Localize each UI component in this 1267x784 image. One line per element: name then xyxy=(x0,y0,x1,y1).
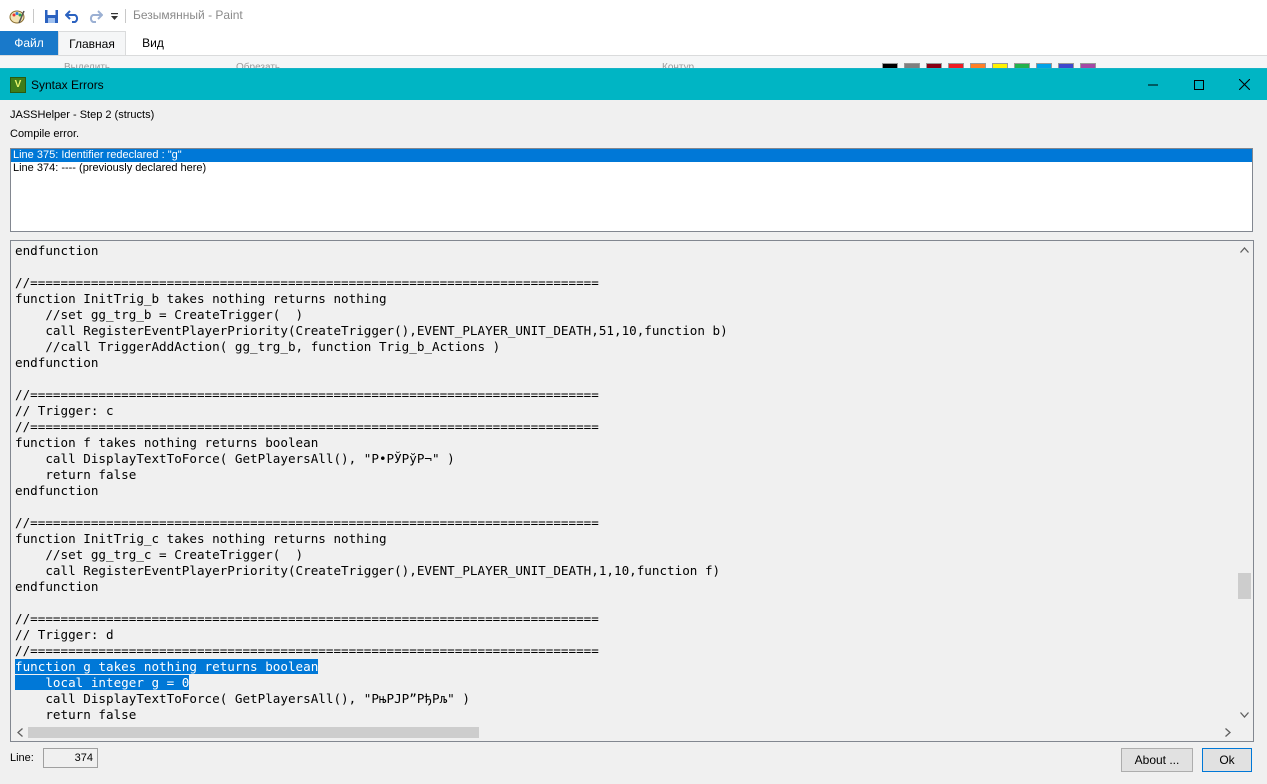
scrollbar-corner xyxy=(1236,724,1253,741)
minimize-icon xyxy=(1148,84,1158,85)
code-line: //======================================… xyxy=(15,419,599,434)
paint-ribbon: Выделить Обрезать Контур xyxy=(0,55,1267,70)
code-line: endfunction xyxy=(15,483,99,498)
tab-view[interactable]: Вид xyxy=(130,31,176,55)
horizontal-scrollbar[interactable] xyxy=(11,724,1236,741)
code-line: function InitTrig_c takes nothing return… xyxy=(15,531,387,546)
dialog-titlebar: V Syntax Errors xyxy=(0,69,1267,100)
redo-icon[interactable] xyxy=(86,7,104,25)
chevron-right-icon xyxy=(1224,728,1231,737)
selected-code-text: function g takes nothing returns boolean xyxy=(15,659,319,674)
code-line: return false xyxy=(15,467,137,482)
code-line: function f takes nothing returns boolean xyxy=(15,435,319,450)
code-line: //======================================… xyxy=(15,275,599,290)
scroll-right-button[interactable] xyxy=(1219,724,1236,741)
horizontal-scroll-thumb[interactable] xyxy=(28,727,479,738)
chevron-up-icon xyxy=(1240,246,1249,253)
dialog-title: Syntax Errors xyxy=(31,78,104,92)
code-line: //======================================… xyxy=(15,387,599,402)
code-line: call RegisterEventPlayerPriority(CreateT… xyxy=(15,323,728,338)
code-line: endfunction xyxy=(15,355,99,370)
maximize-icon xyxy=(1194,79,1204,90)
code-line: function InitTrig_b takes nothing return… xyxy=(15,291,387,306)
code-line: // Trigger: c xyxy=(15,403,114,418)
undo-icon[interactable] xyxy=(64,7,82,25)
code-view[interactable]: endfunction //===========================… xyxy=(10,240,1254,742)
scroll-left-button[interactable] xyxy=(11,724,28,741)
chevron-left-icon xyxy=(16,728,23,737)
syntax-errors-dialog: V Syntax Errors JASSHelper - Step 2 (str… xyxy=(0,69,1267,784)
maximize-button[interactable] xyxy=(1176,69,1222,100)
paint-app-icon[interactable] xyxy=(8,7,26,25)
code-line: //call TriggerAddAction( gg_trg_b, funct… xyxy=(15,339,501,354)
customize-qat-icon[interactable] xyxy=(108,7,120,25)
qat-separator xyxy=(33,9,34,23)
close-icon xyxy=(1238,79,1250,90)
paint-window-title: Безымянный - Paint xyxy=(133,8,243,22)
code-line: call RegisterEventPlayerPriority(CreateT… xyxy=(15,563,721,578)
code-line: //======================================… xyxy=(15,643,599,658)
paint-titlebar: Безымянный - Paint xyxy=(0,0,1267,31)
line-number-field: 374 xyxy=(43,748,98,768)
scroll-up-button[interactable] xyxy=(1236,241,1253,258)
error-list-item[interactable]: Line 375: Identifier redeclared : "g" xyxy=(11,149,1252,162)
chevron-down-icon xyxy=(1240,711,1249,718)
code-line: endfunction xyxy=(15,579,99,594)
tab-file[interactable]: Файл xyxy=(0,31,58,55)
code-line: function g takes nothing returns boolean xyxy=(15,659,1233,675)
compile-error-label: Compile error. xyxy=(10,128,80,140)
code-line: local integer g = 0 xyxy=(15,675,1233,691)
save-icon[interactable] xyxy=(42,7,60,25)
code-line: //======================================… xyxy=(15,515,599,530)
step-label: JASSHelper - Step 2 (structs) xyxy=(10,109,155,121)
ok-button[interactable]: Ok xyxy=(1202,748,1252,772)
code-line: //set gg_trg_c = CreateTrigger( ) xyxy=(15,547,304,562)
error-list[interactable]: Line 375: Identifier redeclared : "g" Li… xyxy=(10,148,1253,232)
line-label: Line: xyxy=(10,752,34,764)
tab-home[interactable]: Главная xyxy=(58,31,126,55)
code-text-area[interactable]: endfunction //===========================… xyxy=(15,243,1233,723)
qat-separator xyxy=(125,9,126,23)
jasshelper-app-icon: V xyxy=(10,77,26,93)
vertical-scrollbar[interactable] xyxy=(1236,241,1253,723)
about-button[interactable]: About ... xyxy=(1121,748,1193,772)
vertical-scroll-thumb[interactable] xyxy=(1238,573,1251,599)
close-button[interactable] xyxy=(1221,69,1267,100)
code-line: // Trigger: d xyxy=(15,627,114,642)
code-line: //set gg_trg_b = CreateTrigger( ) xyxy=(15,307,304,322)
selected-code-text: local integer g = 0 xyxy=(15,675,190,690)
code-line: //======================================… xyxy=(15,611,599,626)
paint-ribbon-tabs: Файл Главная Вид xyxy=(0,31,1267,55)
scroll-down-button[interactable] xyxy=(1236,706,1253,723)
minimize-button[interactable] xyxy=(1130,69,1176,100)
code-line: call DisplayTextToForce( GetPlayersAll()… xyxy=(15,691,470,706)
error-list-item[interactable]: Line 374: ---- (previously declared here… xyxy=(11,162,1252,175)
code-line: call DisplayTextToForce( GetPlayersAll()… xyxy=(15,451,455,466)
code-line: endfunction xyxy=(15,243,99,258)
code-line: return false xyxy=(15,707,137,722)
